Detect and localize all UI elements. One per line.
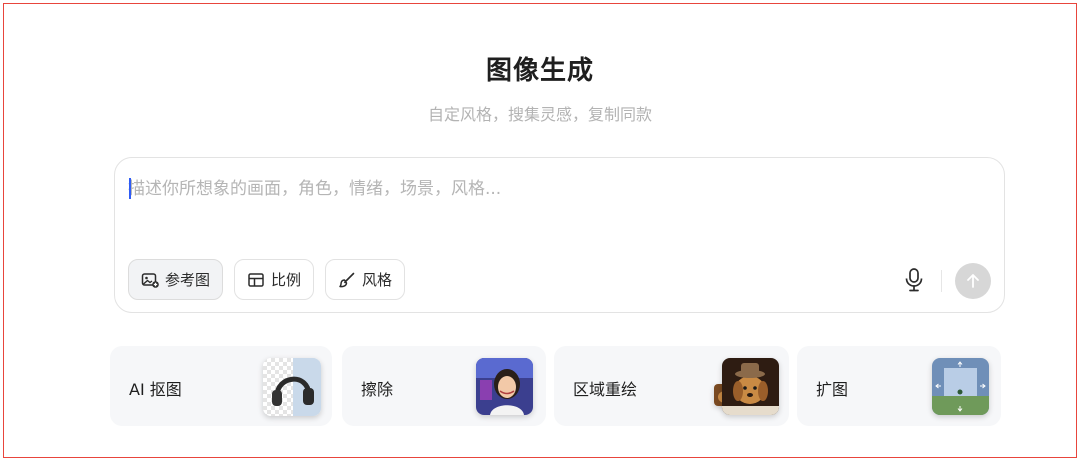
brush-icon (339, 272, 355, 287)
style-button[interactable]: 风格 (325, 259, 406, 300)
aspect-ratio-label: 比例 (271, 271, 302, 289)
image-add-icon (141, 272, 159, 288)
prompt-box: 参考图 比例 风格 (114, 157, 1005, 313)
reference-image-label: 参考图 (165, 271, 211, 289)
tool-card-label: 擦除 (361, 380, 394, 399)
girl-portrait-thumbnail (476, 358, 533, 415)
microphone-icon[interactable] (903, 267, 925, 293)
text-caret (129, 178, 131, 199)
tool-card-label: 区域重绘 (573, 380, 638, 399)
send-button[interactable] (955, 263, 991, 299)
tool-card-label: AI 抠图 (129, 380, 182, 399)
tool-card-label: 扩图 (816, 380, 849, 399)
tool-card-cutout[interactable]: AI 抠图 (110, 346, 332, 426)
landscape-expand-thumbnail (932, 358, 989, 415)
aspect-ratio-icon (248, 272, 264, 287)
tool-card-erase[interactable]: 擦除 (342, 346, 546, 426)
page-subtitle: 自定风格，搜集灵感，复制同款 (427, 105, 652, 124)
action-divider (941, 270, 942, 292)
tool-card-inpaint[interactable]: 区域重绘 (554, 346, 789, 426)
page-title: 图像生成 (485, 56, 594, 86)
tool-card-outpaint[interactable]: 扩图 (797, 346, 1001, 426)
page-frame: 图像生成 自定风格，搜集灵感，复制同款 参考图 比例 (3, 3, 1077, 458)
reference-image-button[interactable]: 参考图 (128, 259, 224, 300)
arrow-up-icon (967, 274, 979, 288)
aspect-ratio-button[interactable]: 比例 (234, 259, 315, 300)
prompt-input[interactable] (128, 172, 988, 206)
dog-with-hat-thumbnail (722, 358, 779, 415)
style-label: 风格 (362, 271, 393, 289)
headphones-cutout-thumbnail (263, 358, 321, 416)
